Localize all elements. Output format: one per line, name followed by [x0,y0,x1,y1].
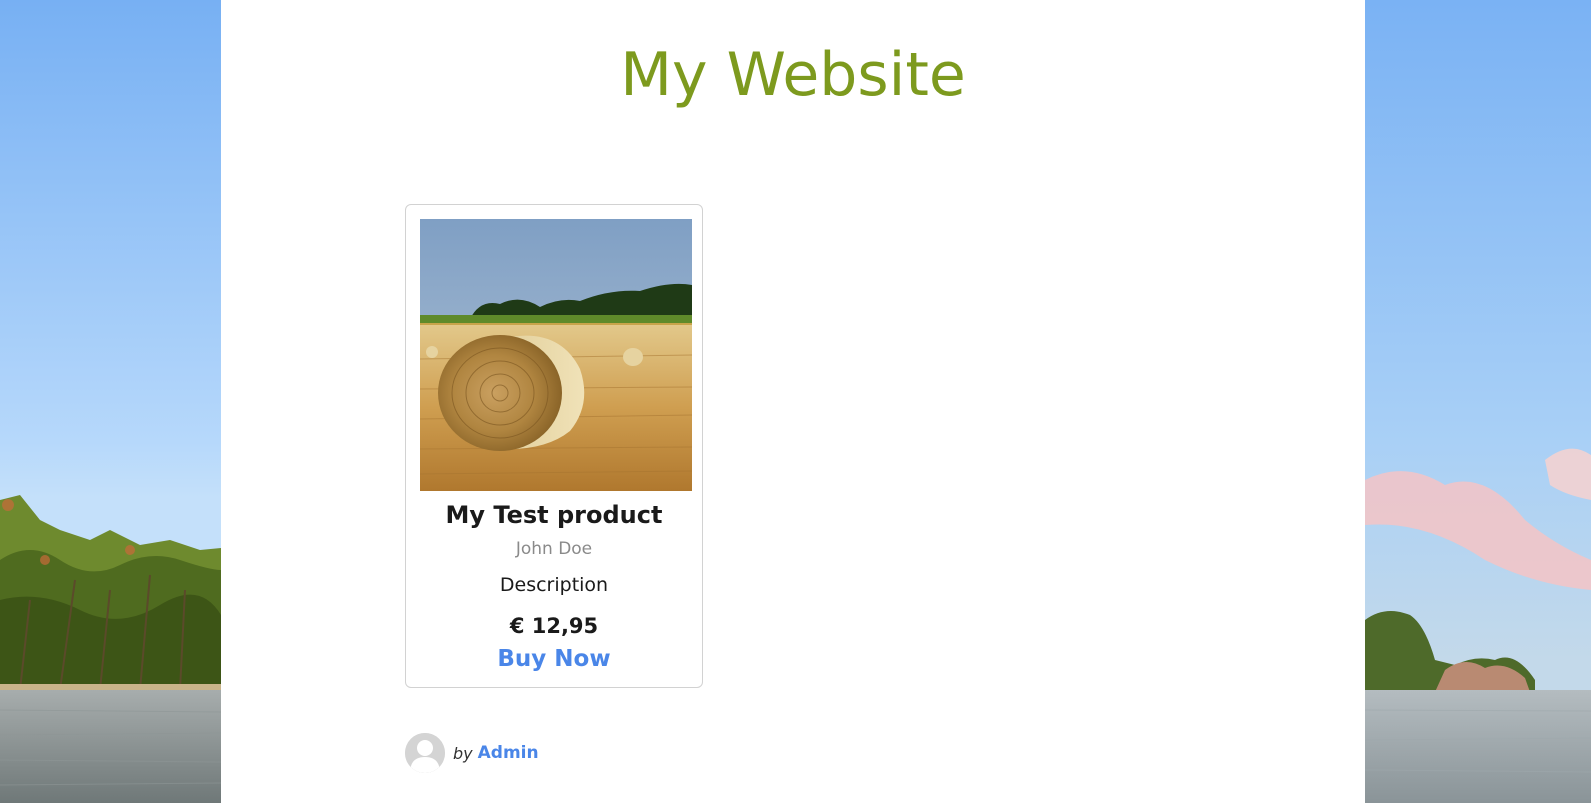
product-price: € 12,95 [509,614,599,638]
product-author: John Doe [515,539,593,559]
page-content: My Website My Test product John Doe Desc… [221,0,1365,803]
background-scenery-right [1365,0,1591,803]
product-description: Description [499,574,609,596]
default-avatar-icon[interactable] [405,733,445,773]
background-scenery-left [0,0,221,803]
product-card: My Test product John Doe Description € 1… [405,204,703,688]
product-image[interactable] [420,219,692,491]
byline-by-label: by [453,743,473,763]
site-title[interactable]: My Website [221,40,1365,110]
product-title[interactable]: My Test product [406,501,702,529]
buy-now-button[interactable]: Buy Now [406,646,702,672]
byline-author-link[interactable]: Admin [478,743,539,763]
post-byline: by Admin [405,733,539,773]
